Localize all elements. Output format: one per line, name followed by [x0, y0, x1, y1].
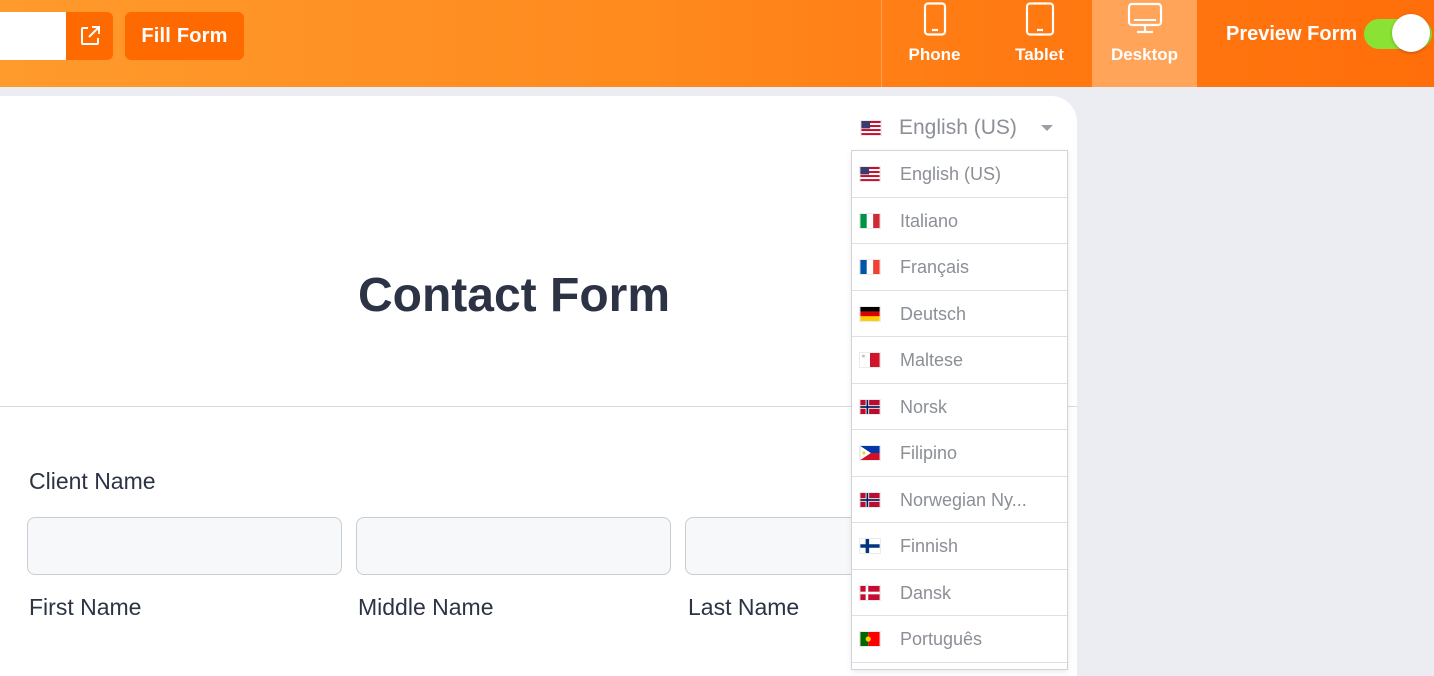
selected-language: English (US) [899, 116, 1017, 139]
language-option-label: English (US) [900, 164, 1002, 184]
form-url-input[interactable] [0, 12, 66, 60]
device-phone-button[interactable]: Phone [882, 0, 987, 87]
external-link-icon [80, 26, 100, 45]
language-option-norsk[interactable]: Norsk [852, 384, 1067, 430]
language-option-label: Filipino [900, 443, 958, 463]
language-option-label: Norsk [900, 396, 948, 417]
first-name-sublabel: First Name [29, 594, 142, 620]
norway-flag-icon [859, 491, 881, 508]
device-label: Phone [908, 45, 961, 64]
last-name-sublabel: Last Name [688, 594, 800, 620]
language-option-label: Deutsch [900, 303, 967, 324]
top-bar: Fill Form Phone Tablet Desktop Preview F… [0, 0, 1434, 87]
middle-name-sublabel: Middle Name [358, 594, 494, 620]
device-switcher: Phone Tablet Desktop [881, 0, 1197, 87]
language-option-label: Maltese [900, 350, 964, 370]
language-option-filipino[interactable]: Filipino [852, 430, 1067, 477]
malta-flag-icon [859, 352, 881, 368]
language-option-portugues[interactable]: Português [852, 616, 1067, 663]
germany-flag-icon [859, 305, 881, 322]
language-option-dansk[interactable]: Dansk [852, 570, 1067, 616]
denmark-flag-icon [859, 584, 881, 601]
language-dropdown: English (US) Italiano Français Deutsch M… [851, 150, 1068, 670]
toggle-knob [1392, 14, 1430, 52]
middle-name-input[interactable] [356, 517, 671, 575]
italy-flag-icon [859, 212, 881, 229]
preview-form-label: Preview Form [1226, 23, 1358, 45]
philippines-flag-icon [859, 445, 881, 461]
first-name-input[interactable] [27, 517, 342, 575]
device-tablet-button[interactable]: Tablet [987, 0, 1092, 87]
fill-form-button[interactable]: Fill Form [125, 12, 244, 60]
france-flag-icon [859, 259, 881, 275]
desktop-icon [1127, 2, 1162, 34]
phone-icon [923, 2, 946, 36]
language-option-maltese[interactable]: Maltese [852, 337, 1067, 384]
language-option-label: Português [900, 629, 983, 649]
language-option-label: Norwegian Ny... [900, 489, 1027, 510]
language-option-italiano[interactable]: Italiano [852, 198, 1067, 244]
us-flag-icon [860, 120, 882, 136]
device-desktop-button[interactable]: Desktop [1092, 0, 1197, 87]
language-option-finnish[interactable]: Finnish [852, 523, 1067, 570]
us-flag-icon [859, 166, 881, 182]
language-option-label: Français [900, 257, 970, 277]
language-option-english[interactable]: English (US) [852, 151, 1067, 198]
language-option-label: Dansk [900, 582, 952, 603]
chevron-down-icon [1041, 125, 1053, 131]
device-label: Desktop [1110, 45, 1179, 64]
tablet-icon [1025, 2, 1054, 36]
open-in-new-tab-button[interactable] [66, 12, 113, 60]
language-option-label: Italiano [900, 210, 959, 231]
portugal-flag-icon [859, 631, 881, 647]
device-label: Tablet [1015, 45, 1064, 64]
language-option-norwegian-nynorsk[interactable]: Norwegian Ny... [852, 477, 1067, 523]
language-option-francais[interactable]: Français [852, 244, 1067, 291]
client-name-label: Client Name [29, 468, 156, 494]
finland-flag-icon [859, 538, 881, 554]
language-option-deutsch[interactable]: Deutsch [852, 291, 1067, 337]
language-option-label: Finnish [900, 536, 959, 556]
language-selector[interactable]: English (US) [860, 115, 1053, 141]
preview-form-toggle[interactable] [1364, 14, 1432, 52]
norway-flag-icon [859, 398, 881, 415]
